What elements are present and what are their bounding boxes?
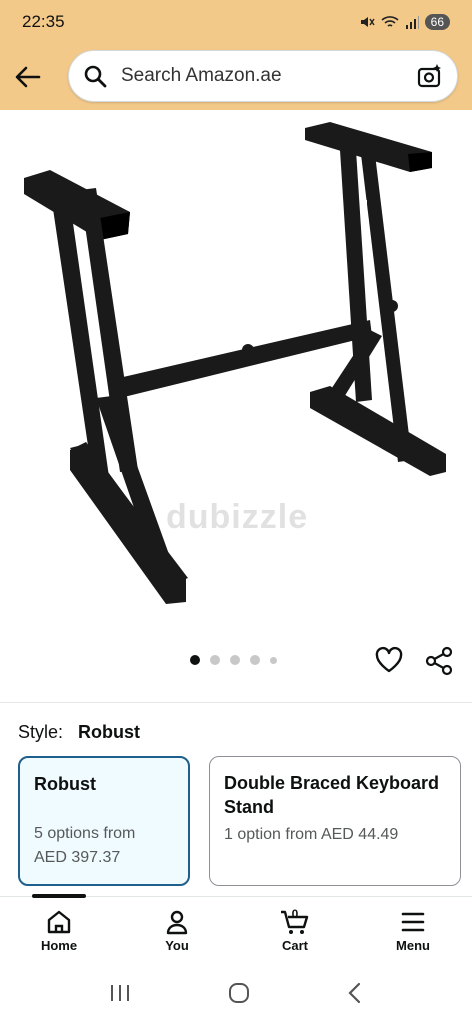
menu-icon [401,912,425,932]
person-icon [166,910,188,935]
carousel-dot[interactable] [210,655,220,665]
option-price: 5 options from AED 397.37 [34,822,135,870]
home-icon [47,910,71,934]
arrow-left-icon [15,66,41,88]
share-button[interactable] [424,646,454,681]
product-image[interactable]: RockJam ZFinity dubizzle [0,110,472,690]
camera-sparkle-icon [417,64,441,88]
wishlist-button[interactable] [374,646,404,679]
style-label: Style: [18,722,64,742]
share-icon [425,646,453,676]
nav-label: Cart [281,938,308,953]
home-circle-icon [228,982,249,1003]
nav-cart[interactable]: 0 Cart [236,897,354,966]
nav-label: You [165,938,189,953]
option-title-line: Stand [224,797,275,817]
bottom-nav: Home You 0 Cart Menu [0,894,472,966]
back-chevron-icon [348,982,361,1003]
keyboard-stand-image: RockJam ZFinity [24,122,446,604]
recents-button[interactable] [109,983,131,1008]
option-price-value: AED 397.37 [34,849,121,866]
system-nav-bar [0,966,472,1024]
active-tab-indicator [32,894,86,898]
back-button[interactable] [0,49,56,105]
option-title-line: Double Braced Keyboard [224,773,440,793]
divider [0,702,472,703]
style-option-double-braced[interactable]: Double Braced Keyboard Stand 1 option fr… [209,756,461,886]
heart-icon [375,646,403,673]
status-bar: 22:35 66 [0,0,472,44]
mute-icon [360,17,375,27]
camera-search-button[interactable] [417,63,443,89]
search-icon [69,64,121,88]
status-time: 22:35 [22,12,65,31]
app-header [0,44,472,110]
recents-icon [110,984,129,1001]
option-count: 5 options from [34,825,136,842]
nav-menu[interactable]: Menu [354,897,472,966]
carousel-dot[interactable] [250,655,260,665]
carousel-dot[interactable] [190,655,200,665]
system-home-button[interactable] [228,982,250,1009]
signal-icon [405,16,419,29]
status-icons: 66 [359,14,450,30]
option-price: 1 option from AED 44.49 [224,826,399,843]
search-input[interactable] [121,65,401,87]
option-title: Double Braced Keyboard Stand [224,771,446,819]
nav-label: Menu [396,938,430,953]
wifi-icon [381,16,399,27]
cart-count-badge: 0 [291,907,299,921]
nav-label: Home [40,938,78,953]
style-selected-value: Robust [78,722,141,742]
watermark: dubizzle [166,498,309,536]
search-box[interactable] [68,50,458,102]
nav-you[interactable]: You [118,897,236,966]
carousel-dots [190,655,277,665]
system-back-button[interactable] [347,982,363,1009]
carousel-dot[interactable] [270,656,277,664]
style-selector-label: Style: Robust [18,722,140,743]
cart-icon-wrap: 0 [280,907,310,935]
nav-home[interactable]: Home [0,897,118,966]
style-option-robust[interactable]: Robust 5 options from AED 397.37 [18,756,190,886]
carousel-dot[interactable] [230,655,240,665]
battery-indicator: 66 [424,14,450,30]
option-title: Robust [34,774,96,794]
